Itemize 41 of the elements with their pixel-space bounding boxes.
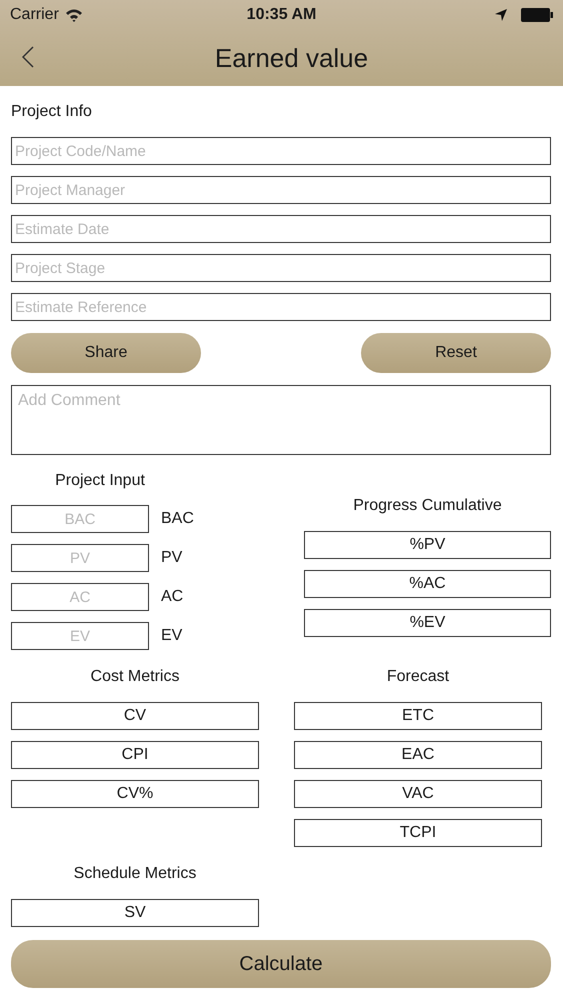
location-arrow-icon bbox=[495, 9, 507, 21]
result-field: CPI bbox=[11, 741, 259, 769]
input-field[interactable]: EV bbox=[11, 622, 149, 650]
field-label: EV bbox=[161, 627, 182, 645]
field-label: BAC bbox=[161, 510, 194, 528]
carrier-label: Carrier bbox=[10, 6, 59, 24]
result-field: ETC bbox=[294, 702, 542, 730]
result-field: CV% bbox=[11, 780, 259, 808]
input-field[interactable]: BAC bbox=[11, 505, 149, 533]
result-field: %EV bbox=[304, 609, 551, 637]
input-field[interactable]: Project Stage bbox=[11, 254, 551, 282]
field-label: AC bbox=[161, 588, 184, 606]
section-title: Progress Cumulative bbox=[352, 496, 503, 516]
section-title: Forecast bbox=[386, 667, 450, 687]
reset-button[interactable]: Reset bbox=[361, 333, 551, 373]
result-field: SV bbox=[11, 899, 259, 927]
share-button[interactable]: Share bbox=[11, 333, 201, 373]
input-field[interactable]: PV bbox=[11, 544, 149, 572]
wifi-icon bbox=[64, 8, 83, 22]
input-field[interactable]: AC bbox=[11, 583, 149, 611]
result-field: VAC bbox=[294, 780, 542, 808]
back-icon[interactable] bbox=[22, 46, 34, 68]
section-title: Project Info bbox=[11, 102, 93, 122]
calculate-button[interactable]: Calculate bbox=[11, 940, 551, 988]
result-field: EAC bbox=[294, 741, 542, 769]
input-field[interactable]: Project Manager bbox=[11, 176, 551, 204]
result-field: TCPI bbox=[294, 819, 542, 847]
input-field[interactable]: Project Code/Name bbox=[11, 137, 551, 165]
comment-field[interactable]: Add Comment bbox=[11, 385, 551, 455]
result-field: %AC bbox=[304, 570, 551, 598]
time-label: 10:35 AM bbox=[246, 6, 318, 24]
input-field[interactable]: Estimate Reference bbox=[11, 293, 551, 321]
result-field: CV bbox=[11, 702, 259, 730]
section-title: Schedule Metrics bbox=[72, 864, 198, 884]
section-title: Cost Metrics bbox=[90, 667, 180, 687]
result-field: %PV bbox=[304, 531, 551, 559]
input-field[interactable]: Estimate Date bbox=[11, 215, 551, 243]
page-title: Earned value bbox=[214, 42, 368, 74]
section-title: Project Input bbox=[54, 471, 146, 491]
battery-icon bbox=[521, 8, 553, 22]
field-label: PV bbox=[161, 549, 182, 567]
